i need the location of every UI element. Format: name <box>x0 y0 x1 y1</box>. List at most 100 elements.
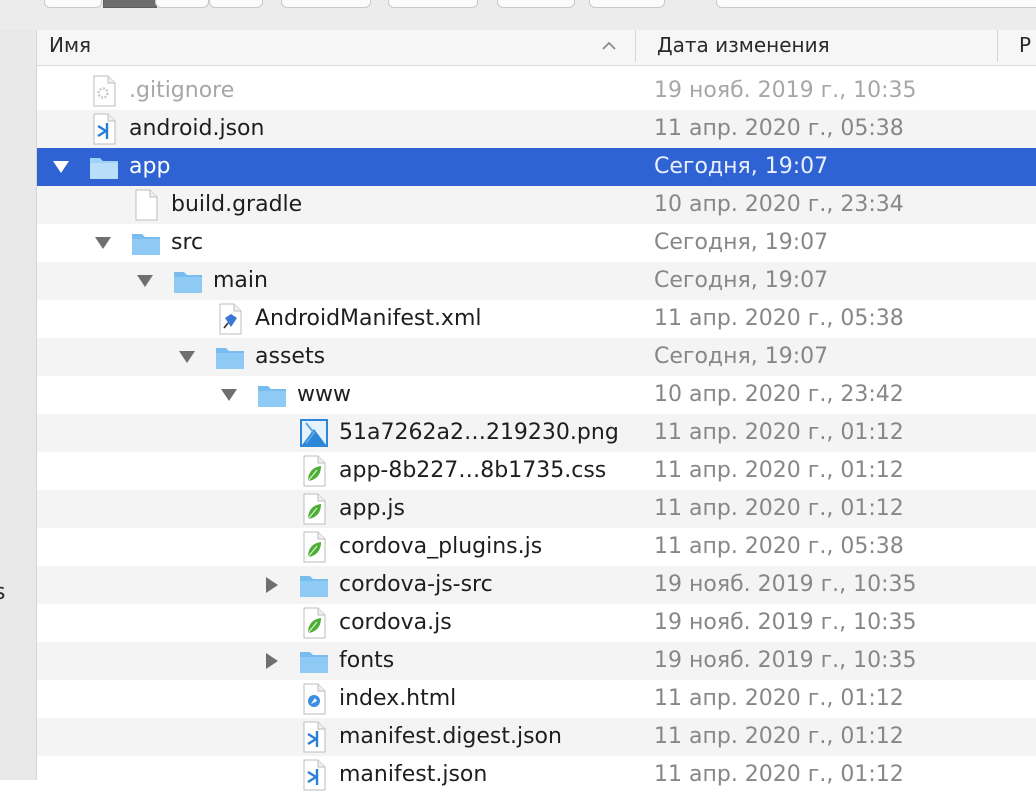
toolbar-button-view-columns[interactable] <box>155 0 209 8</box>
file-modified-date: 11 апр. 2020 г., 01:12 <box>654 458 904 483</box>
column-header-name[interactable]: Имя <box>49 30 91 65</box>
file-row[interactable]: app-8b227…8b1735.css 11 апр. 2020 г., 01:… <box>37 452 1036 490</box>
file-modified-date: 10 апр. 2020 г., 23:42 <box>654 382 904 407</box>
folder-icon <box>257 379 287 411</box>
file-list: .gitignore 19 нояб. 2019 г., 10:35 androi… <box>37 72 1036 794</box>
blank-file-icon <box>131 189 161 221</box>
leaf-file-icon <box>299 455 329 487</box>
folder-icon <box>299 569 329 601</box>
leaf-file-icon <box>299 493 329 525</box>
toolbar-button-share[interactable] <box>497 0 575 8</box>
folder-icon <box>131 227 161 259</box>
file-modified-date: 11 апр. 2020 г., 01:12 <box>654 496 904 521</box>
folder-icon <box>215 341 245 373</box>
file-row[interactable]: manifest.json 11 апр. 2020 г., 01:12 <box>37 756 1036 794</box>
file-row[interactable]: cordova.js 19 нояб. 2019 г., 10:35 <box>37 604 1036 642</box>
file-modified-date: 11 апр. 2020 г., 01:12 <box>654 724 904 749</box>
disclosure-expanded-icon[interactable] <box>93 234 113 252</box>
file-row[interactable]: app.js 11 апр. 2020 г., 01:12 <box>37 490 1036 528</box>
file-name: AndroidManifest.xml <box>255 306 482 331</box>
folder-row[interactable]: cordova-js-src 19 нояб. 2019 г., 10:35 <box>37 566 1036 604</box>
file-name: build.gradle <box>171 192 303 217</box>
file-modified-date: 11 апр. 2020 г., 01:12 <box>654 762 904 787</box>
file-row[interactable]: manifest.digest.json 11 апр. 2020 г., 01:… <box>37 718 1036 756</box>
file-modified-date: Сегодня, 19:07 <box>654 154 829 179</box>
folder-row[interactable]: www 10 апр. 2020 г., 23:42 <box>37 376 1036 414</box>
file-modified-date: 11 апр. 2020 г., 05:38 <box>654 534 904 559</box>
toolbar-button-group[interactable] <box>281 0 371 8</box>
file-row[interactable]: android.json 11 апр. 2020 г., 05:38 <box>37 110 1036 148</box>
file-modified-date: 19 нояб. 2019 г., 10:35 <box>654 572 917 597</box>
disclosure-expanded-icon[interactable] <box>177 348 197 366</box>
file-row[interactable]: cordova_plugins.js 11 апр. 2020 г., 05:38 <box>37 528 1036 566</box>
toolbar-button-view-gallery[interactable] <box>209 0 263 8</box>
safari-file-icon <box>299 683 329 715</box>
vscode-file-icon <box>89 113 119 145</box>
file-modified-date: Сегодня, 19:07 <box>654 230 829 255</box>
file-row[interactable]: 51a7262a2…219230.png 11 апр. 2020 г., 01:… <box>37 414 1036 452</box>
file-modified-date: 11 апр. 2020 г., 05:38 <box>654 116 904 141</box>
file-modified-date: Сегодня, 19:07 <box>654 268 829 293</box>
folder-row[interactable]: src Сегодня, 19:07 <box>37 224 1036 262</box>
vscode-file-icon <box>299 759 329 791</box>
file-modified-date: 19 нояб. 2019 г., 10:35 <box>654 78 917 103</box>
image-file-icon <box>299 417 329 449</box>
column-header-size[interactable]: Р <box>1019 30 1031 65</box>
file-name: app.js <box>339 496 405 521</box>
vscode-file-icon <box>299 721 329 753</box>
file-name: cordova-js-src <box>339 572 493 597</box>
file-modified-date: 19 нояб. 2019 г., 10:35 <box>654 610 917 635</box>
file-modified-date: 11 апр. 2020 г., 01:12 <box>654 420 904 445</box>
column-divider[interactable] <box>635 30 636 62</box>
folder-icon <box>173 265 203 297</box>
file-row[interactable]: index.html 11 апр. 2020 г., 01:12 <box>37 680 1036 718</box>
xml-file-icon <box>215 303 245 335</box>
column-header-date[interactable]: Дата изменения <box>657 30 830 65</box>
folder-row[interactable]: app Сегодня, 19:07 <box>37 148 1036 186</box>
leaf-file-icon <box>299 607 329 639</box>
sidebar: s <box>0 30 37 780</box>
toolbar-button-tags[interactable] <box>589 0 665 8</box>
disclosure-expanded-icon[interactable] <box>135 272 155 290</box>
disclosure-expanded-icon[interactable] <box>219 386 239 404</box>
toolbar <box>0 0 1036 30</box>
file-name: manifest.digest.json <box>339 724 562 749</box>
file-name: assets <box>255 344 326 369</box>
file-modified-date: 19 нояб. 2019 г., 10:35 <box>654 648 917 673</box>
folder-icon <box>89 151 119 183</box>
file-name: main <box>213 268 268 293</box>
gear-file-icon <box>89 75 119 107</box>
file-name: app <box>129 154 171 179</box>
sort-ascending-icon[interactable] <box>601 38 617 54</box>
toolbar-button-view-list[interactable] <box>103 0 157 8</box>
folder-icon <box>299 645 329 677</box>
folder-row[interactable]: main Сегодня, 19:07 <box>37 262 1036 300</box>
file-row[interactable]: build.gradle 10 апр. 2020 г., 23:34 <box>37 186 1036 224</box>
file-name: fonts <box>339 648 395 673</box>
disclosure-collapsed-icon[interactable] <box>261 576 281 594</box>
file-row[interactable]: .gitignore 19 нояб. 2019 г., 10:35 <box>37 72 1036 110</box>
leaf-file-icon <box>299 531 329 563</box>
disclosure-expanded-icon[interactable] <box>51 158 71 176</box>
file-name: android.json <box>129 116 265 141</box>
file-name: .gitignore <box>129 78 235 103</box>
file-name: cordova_plugins.js <box>339 534 543 559</box>
file-name: app-8b227…8b1735.css <box>339 458 607 483</box>
toolbar-search-field[interactable] <box>716 0 1036 8</box>
file-row[interactable]: AndroidManifest.xml 11 апр. 2020 г., 05:3… <box>37 300 1036 338</box>
file-name: manifest.json <box>339 762 488 787</box>
file-name: index.html <box>339 686 457 711</box>
file-modified-date: Сегодня, 19:07 <box>654 344 829 369</box>
file-name: 51a7262a2…219230.png <box>339 420 619 445</box>
sidebar-partial-label[interactable]: s <box>0 580 5 605</box>
folder-row[interactable]: fonts 19 нояб. 2019 г., 10:35 <box>37 642 1036 680</box>
column-divider[interactable] <box>997 30 998 62</box>
toolbar-button-back[interactable] <box>44 0 102 8</box>
folder-row[interactable]: assets Сегодня, 19:07 <box>37 338 1036 376</box>
file-name: www <box>297 382 351 407</box>
column-header: Имя Дата изменения Р <box>37 30 1036 66</box>
file-name: src <box>171 230 204 255</box>
toolbar-button-action[interactable] <box>388 0 478 8</box>
disclosure-collapsed-icon[interactable] <box>261 652 281 670</box>
file-name: cordova.js <box>339 610 452 635</box>
